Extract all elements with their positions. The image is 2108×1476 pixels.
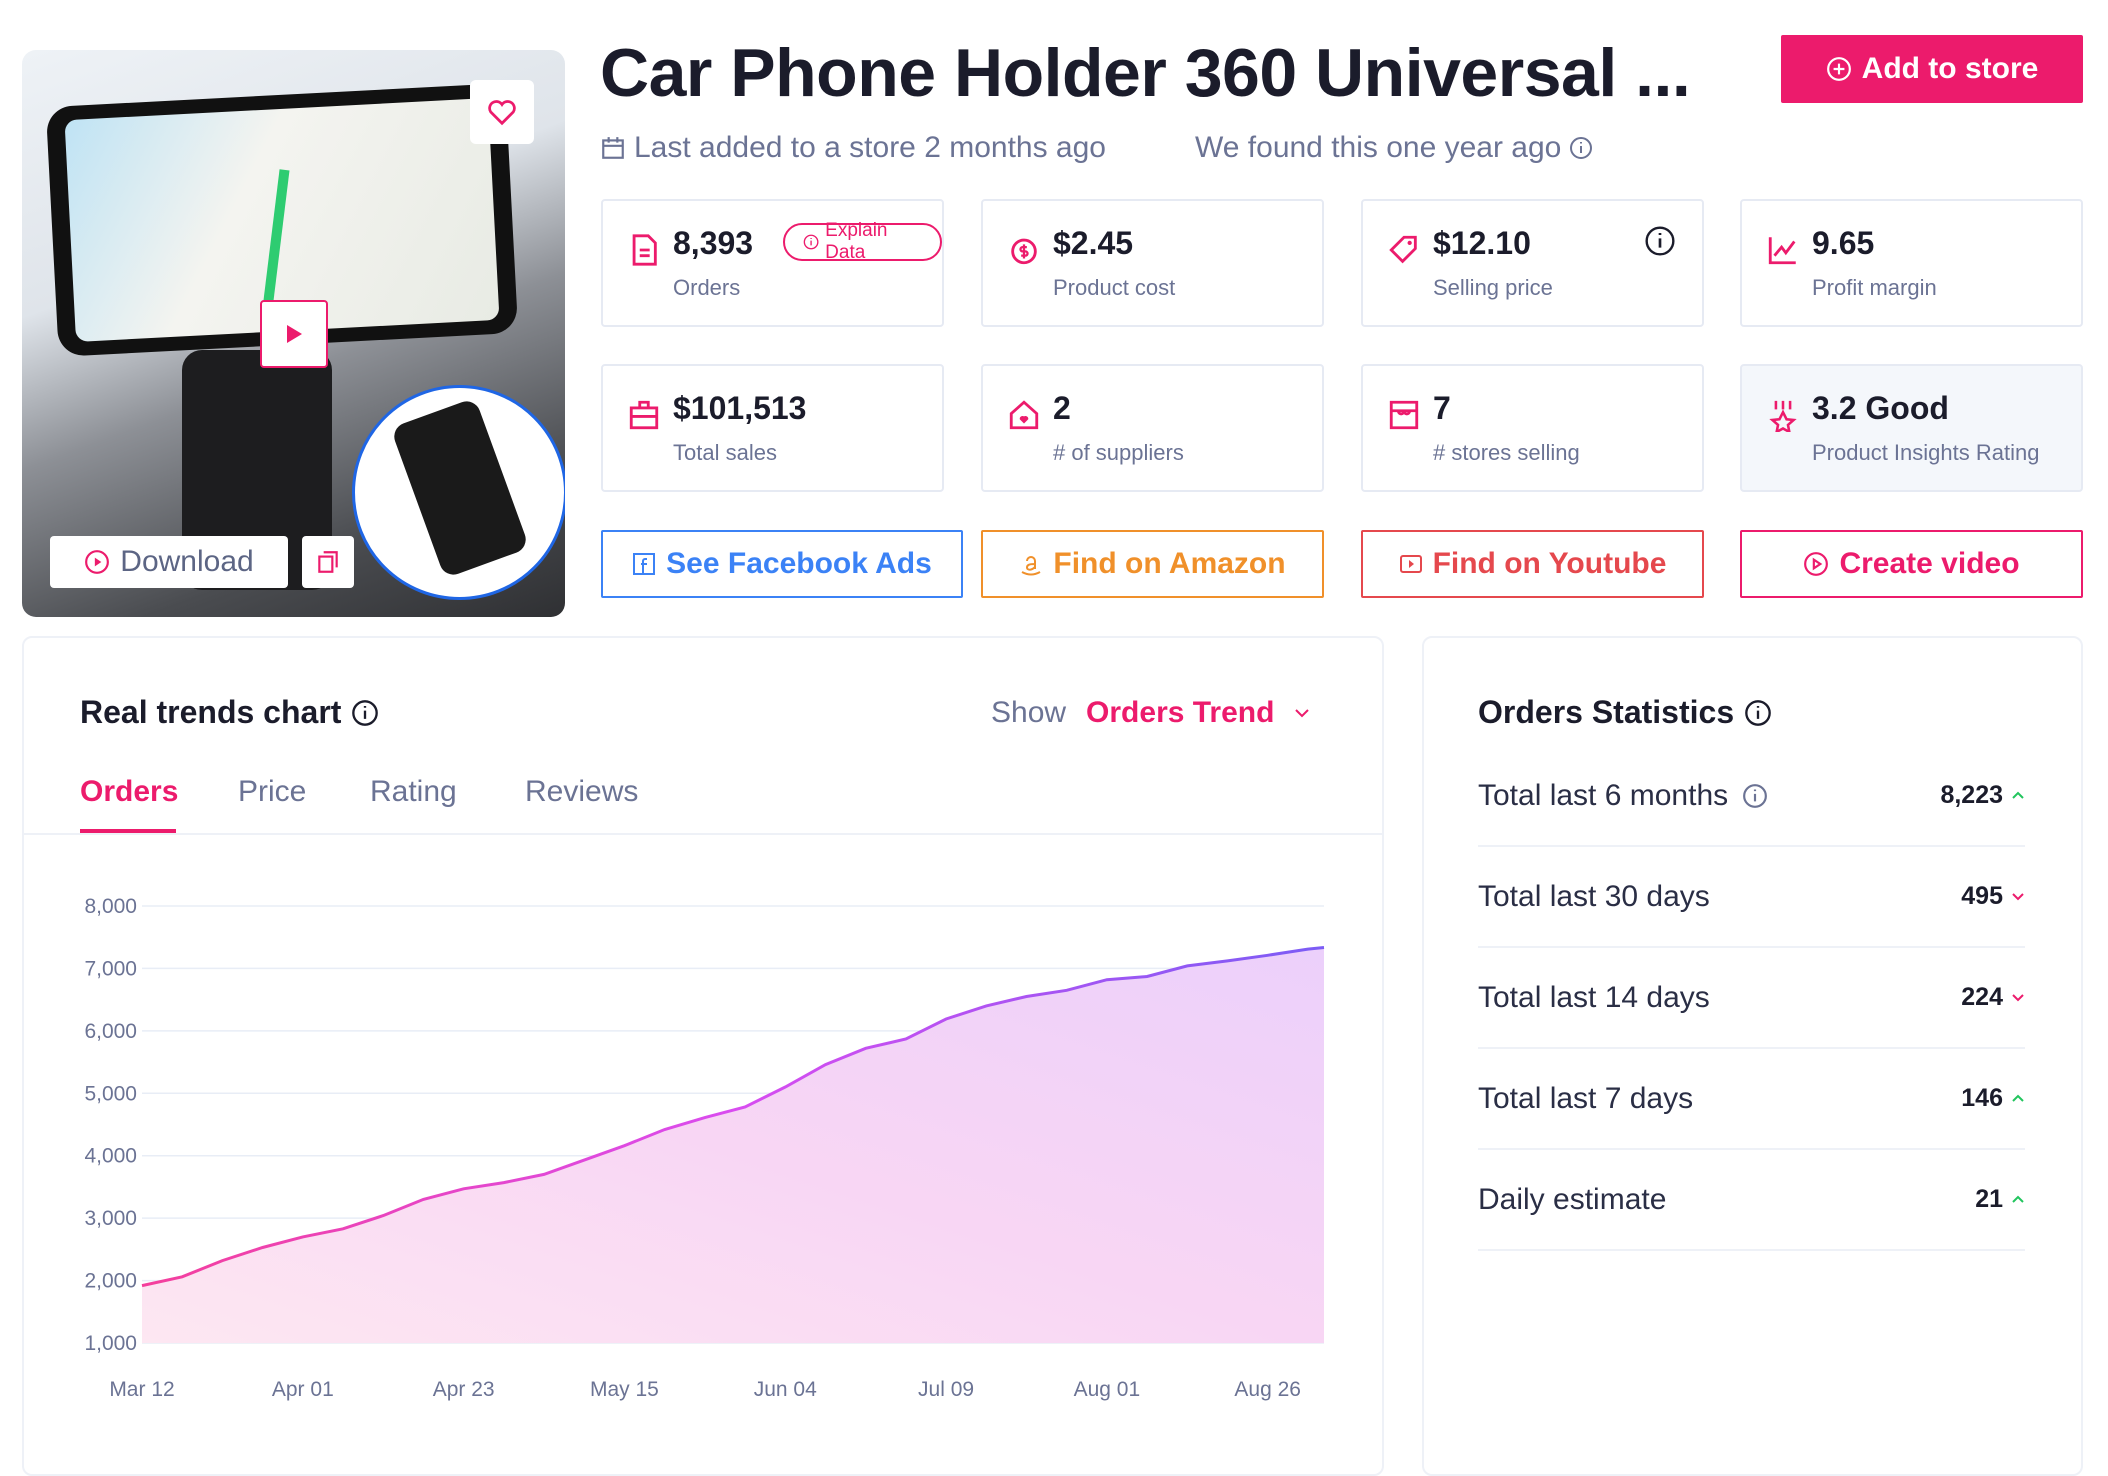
- stat-value: 9.65: [1812, 225, 1875, 261]
- x-tick-label: Mar 12: [109, 1378, 174, 1401]
- stat-label: Product Insights Rating: [1812, 440, 2040, 465]
- info-icon[interactable]: [1569, 136, 1593, 160]
- statistics-value-text: 224: [1961, 983, 2003, 1011]
- orders-trend-chart: 8,000 7,000 6,000 5,000 4,000 3,000 2,000 1,000…: [84, 895, 1325, 1401]
- chevron-down-icon: [2012, 994, 2024, 1002]
- statistics-row-value: 495: [1961, 882, 2025, 911]
- play-circle-icon: [1804, 552, 1829, 576]
- y-tick-label: 8,000: [84, 895, 137, 918]
- stat-value: 7: [1433, 390, 1451, 426]
- x-tick-label: Aug 26: [1234, 1378, 1301, 1401]
- stat-card-insights-rating: 3.2 Good Product Insights Rating: [1740, 364, 2083, 492]
- x-tick-label: Jun 04: [754, 1378, 817, 1401]
- statistics-row-label: Total last 6 months: [1478, 779, 1768, 813]
- statistics-row-value: 21: [1975, 1185, 2025, 1214]
- stat-card-selling-price: $12.10 Selling price: [1361, 199, 1704, 327]
- stat-card-profit-margin: 9.65 Profit margin: [1740, 199, 2083, 327]
- statistics-row-label: Total last 30 days: [1478, 880, 1710, 914]
- create-video-button[interactable]: Create video: [1740, 530, 2083, 598]
- y-tick-label: 7,000: [84, 957, 137, 980]
- create-video-label: Create video: [1839, 547, 2020, 580]
- statistics-label-text: Daily estimate: [1478, 1182, 1667, 1216]
- stat-label: Profit margin: [1812, 275, 1937, 300]
- y-tick-label: 5,000: [84, 1082, 137, 1105]
- orders-statistics-title: Orders Statistics: [1478, 694, 1772, 731]
- statistics-label-text: Total last 6 months: [1478, 778, 1729, 812]
- statistics-row-label: Total last 7 days: [1478, 1082, 1693, 1116]
- statistics-value-text: 495: [1961, 882, 2003, 910]
- statistics-row: Total last 14 days 224: [1478, 948, 2025, 1049]
- area-fill: [142, 947, 1324, 1343]
- statistics-row: Total last 30 days 495: [1478, 847, 2025, 948]
- add-to-store-label: Add to store: [1861, 52, 2039, 85]
- statistics-row-value: 8,223: [1940, 781, 2025, 810]
- x-tick-label: Apr 23: [433, 1378, 495, 1401]
- x-tick-label: May 15: [590, 1378, 659, 1401]
- statistics-row-value: 224: [1961, 983, 2025, 1012]
- statistics-row: Total last 6 months 8,223: [1478, 746, 2025, 847]
- statistics-label-text: Total last 14 days: [1478, 980, 1710, 1014]
- y-tick-label: 3,000: [84, 1207, 137, 1230]
- x-tick-label: Aug 01: [1074, 1378, 1141, 1401]
- info-icon[interactable]: [1644, 225, 1676, 257]
- stat-value: $12.10: [1433, 225, 1531, 261]
- y-tick-label: 4,000: [84, 1145, 137, 1168]
- statistics-row-value: 146: [1961, 1084, 2025, 1113]
- orders-statistics-title-text: Orders Statistics: [1478, 694, 1735, 730]
- statistics-label-text: Total last 30 days: [1478, 879, 1710, 913]
- statistics-value-text: 21: [1975, 1185, 2003, 1213]
- x-tick-label: Jul 09: [918, 1378, 974, 1401]
- add-to-store-button[interactable]: Add to store: [1781, 35, 2083, 103]
- y-tick-label: 2,000: [84, 1270, 137, 1293]
- chevron-up-icon: [2012, 791, 2024, 799]
- info-icon[interactable]: [1744, 699, 1772, 727]
- statistics-row-label: Daily estimate: [1478, 1183, 1666, 1217]
- stat-value: 3.2 Good: [1812, 390, 1949, 426]
- y-tick-label: 1,000: [84, 1332, 137, 1355]
- x-tick-label: Apr 01: [272, 1378, 334, 1401]
- chart-line-icon: [1768, 237, 1796, 265]
- stat-label: Selling price: [1433, 275, 1553, 300]
- award-icon: [1769, 400, 1797, 432]
- chevron-down-icon: [2012, 893, 2024, 901]
- youtube-icon: [1399, 555, 1422, 573]
- youtube-label: Find on Youtube: [1432, 547, 1667, 580]
- stat-label: # stores selling: [1433, 440, 1580, 465]
- statistics-label-text: Total last 7 days: [1478, 1081, 1694, 1115]
- info-icon[interactable]: [1742, 783, 1768, 809]
- find-on-youtube-button[interactable]: Find on Youtube: [1361, 530, 1704, 598]
- chevron-up-icon: [2012, 1094, 2024, 1102]
- statistics-value-text: 8,223: [1940, 781, 2003, 809]
- statistics-value-text: 146: [1961, 1084, 2003, 1112]
- chevron-up-icon: [2012, 1195, 2024, 1203]
- stat-card-stores-selling: 7 # stores selling: [1361, 364, 1704, 492]
- y-tick-label: 6,000: [84, 1020, 137, 1043]
- statistics-row: Daily estimate 21: [1478, 1150, 2025, 1251]
- plus-circle-icon: [1826, 57, 1851, 81]
- statistics-row: Total last 7 days 146: [1478, 1049, 2025, 1150]
- statistics-row-label: Total last 14 days: [1478, 981, 1710, 1015]
